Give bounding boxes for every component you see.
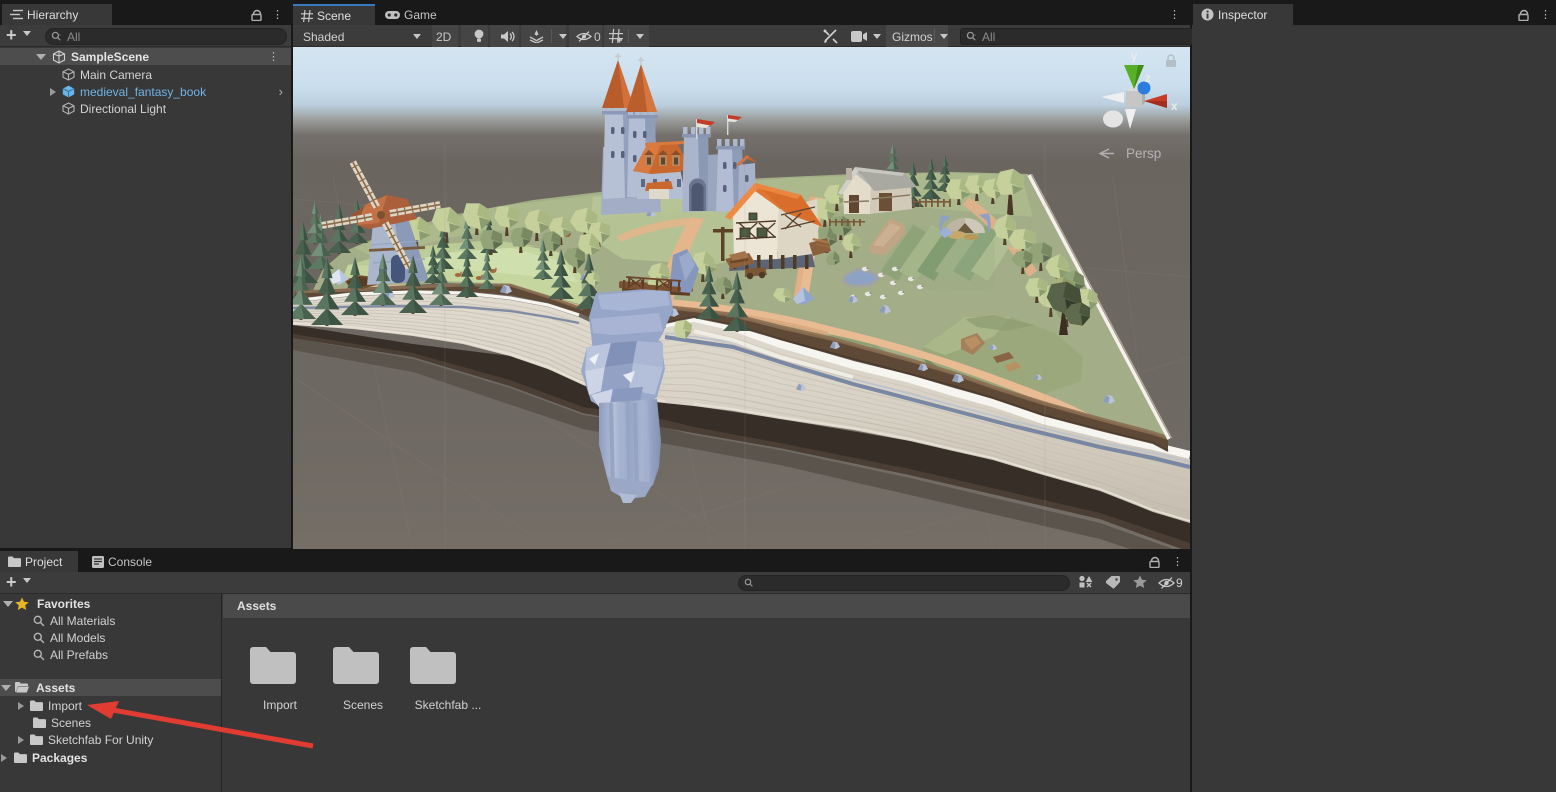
svg-text:y: y bbox=[1131, 51, 1138, 63]
svg-text:x: x bbox=[1171, 101, 1178, 113]
svg-text:z: z bbox=[1145, 73, 1151, 85]
svg-text:Persp: Persp bbox=[1126, 146, 1161, 161]
